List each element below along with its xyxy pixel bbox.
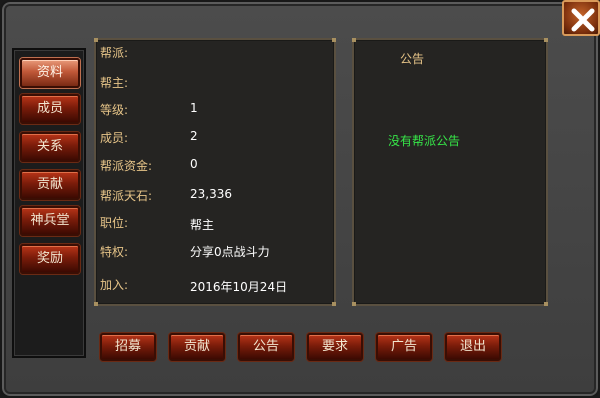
notice-text: 没有帮派公告 — [388, 134, 461, 148]
level-value: 1 — [190, 101, 198, 115]
position-label: 职位: — [100, 216, 129, 230]
skystone-label: 帮派天石: — [100, 189, 153, 203]
members-value: 2 — [190, 129, 198, 143]
sidebar-item-rewards[interactable]: 奖励 — [20, 244, 80, 274]
announce-button[interactable]: 公告 — [238, 333, 294, 361]
privilege-value: 分享0点战斗力 — [190, 245, 270, 259]
joined-value: 2016年10月24日 — [190, 280, 288, 294]
guild-info-panel: 帮派: 帮主: 等级: 1 成员: 2 帮派资金: 0 帮派天石: 23,336… — [94, 38, 336, 306]
leader-label: 帮主: — [100, 76, 129, 90]
notice-panel: 公告 没有帮派公告 — [352, 38, 548, 306]
funds-label: 帮派资金: — [100, 159, 153, 173]
close-icon — [571, 8, 595, 32]
sidebar-item-armory[interactable]: 神兵堂 — [20, 206, 80, 236]
close-button[interactable] — [562, 0, 600, 36]
privilege-label: 特权: — [100, 245, 129, 259]
level-label: 等级: — [100, 103, 129, 117]
notice-title: 公告 — [400, 52, 425, 66]
joined-label: 加入: — [100, 278, 129, 292]
funds-value: 0 — [190, 157, 198, 171]
guild-name-label: 帮派: — [100, 46, 129, 60]
sidebar-item-members[interactable]: 成员 — [20, 94, 80, 124]
sidebar-item-relations[interactable]: 关系 — [20, 132, 80, 162]
recruit-button[interactable]: 招募 — [100, 333, 156, 361]
sidebar-item-profile[interactable]: 资料 — [20, 58, 80, 88]
contribute-button[interactable]: 贡献 — [169, 333, 225, 361]
leave-button[interactable]: 退出 — [445, 333, 501, 361]
members-label: 成员: — [100, 131, 129, 145]
skystone-value: 23,336 — [190, 187, 232, 201]
requirements-button[interactable]: 要求 — [307, 333, 363, 361]
sidebar-item-contribution[interactable]: 贡献 — [20, 170, 80, 200]
sidebar: 资料 成员 关系 贡献 神兵堂 奖励 — [12, 48, 86, 358]
position-value: 帮主 — [190, 218, 215, 232]
advertise-button[interactable]: 广告 — [376, 333, 432, 361]
